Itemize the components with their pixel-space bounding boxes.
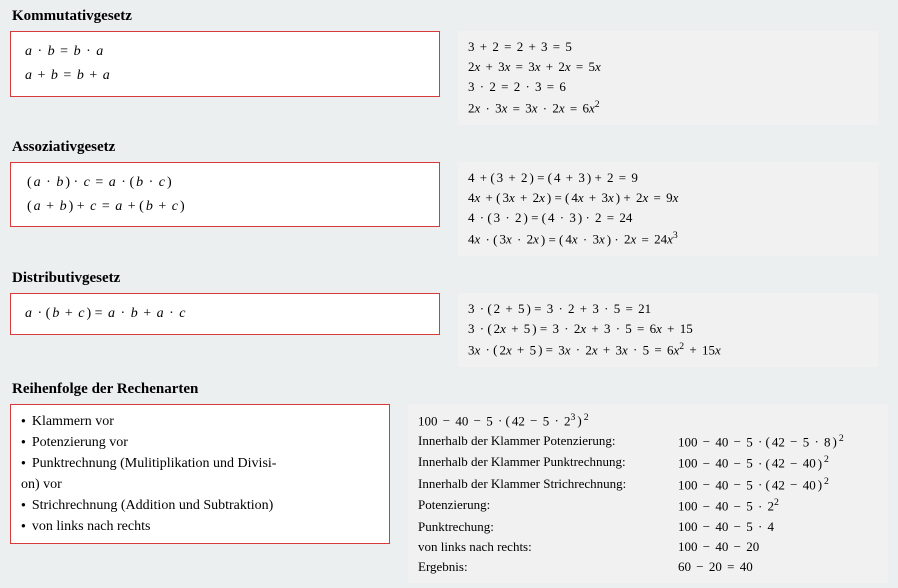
law-box-assoziativ: (a · b) · c = a · (b · c) (a + b) + c = … (10, 162, 440, 228)
heading-reihenfolge: Reihenfolge der Rechenarten (10, 381, 888, 398)
rule-item: Potenzierung vor (21, 432, 379, 453)
example-line: 3 · (2 + 5) = 3 · 2 + 3 · 5 = 21 (468, 299, 868, 319)
step-expression: 100 − 40 − 5 · 4 (678, 517, 878, 537)
example-line: 4x + (3x + 2x) = (4x + 3x) + 2x = 9x (468, 188, 868, 208)
example-line: 3x · (2x + 5) = 3x · 2x + 3x · 5 = 6x2 +… (468, 339, 868, 360)
section-assoziativ: Assoziativgesetz (a · b) · c = a · (b · … (10, 139, 888, 256)
step-label: Innerhalb der Klammer Strichrechnung: (418, 474, 668, 495)
step-label: Punktrechung: (418, 517, 668, 537)
rule-item: Strichrechnung (Addition und Subtraktion… (21, 495, 379, 516)
law-line: a + b = b + a (25, 64, 425, 88)
example-line: 3 + 2 = 2 + 3 = 5 (468, 37, 868, 57)
step-expression: 60 − 20 = 40 (678, 557, 878, 577)
example-line: 4x · (3x · 2x) = (4x · 3x) · 2x = 24x3 (468, 228, 868, 249)
section-reihenfolge: Reihenfolge der Rechenarten Klammern vor… (10, 381, 888, 584)
rule-item: Punktrechnung (Mulitiplikation und Divis… (21, 453, 379, 474)
step-label: Innerhalb der Klammer Potenzierung: (418, 431, 668, 452)
step-expression: 100 − 40 − 5 · (42 − 5 · 8)2 (678, 431, 878, 452)
step-expression: 100 − 40 − 5 · 22 (678, 495, 878, 516)
law-line: (a + b) + c = a + (b + c) (25, 195, 425, 219)
step-expression: 100 − 40 − 5 · (42 − 40)2 (678, 474, 878, 495)
law-line: (a · b) · c = a · (b · c) (25, 171, 425, 195)
example-line: 2x + 3x = 3x + 2x = 5x (468, 57, 868, 77)
law-box-distributiv: a · (b + c) = a · b + a · c (10, 293, 440, 335)
example-line: 2x · 3x = 3x · 2x = 6x2 (468, 97, 868, 118)
heading-assoziativ: Assoziativgesetz (10, 139, 888, 156)
example-box-reihenfolge: 100 − 40 − 5 · (42 − 5 · 23)2 Innerhalb … (408, 404, 888, 584)
example-box-assoziativ: 4 + (3 + 2) = (4 + 3) + 2 = 9 4x + (3x +… (458, 162, 878, 256)
rule-item: Klammern vor (21, 411, 379, 432)
step-expression: 100 − 40 − 5 · (42 − 5 · 23)2 (418, 410, 878, 431)
section-kommutativ: Kommutativgesetz a · b = b · a a + b = b… (10, 8, 888, 125)
heading-distributiv: Distributivgesetz (10, 270, 888, 287)
example-box-kommutativ: 3 + 2 = 2 + 3 = 5 2x + 3x = 3x + 2x = 5x… (458, 31, 878, 125)
step-expression: 100 − 40 − 5 · (42 − 40)2 (678, 452, 878, 473)
rule-item: von links nach rechts (21, 516, 379, 537)
step-label: Ergebnis: (418, 557, 668, 577)
example-line: 4 · (3 · 2) = (4 · 3) · 2 = 24 (468, 208, 868, 228)
law-box-kommutativ: a · b = b · a a + b = b + a (10, 31, 440, 97)
section-distributiv: Distributivgesetz a · (b + c) = a · b + … (10, 270, 888, 367)
example-line: 4 + (3 + 2) = (4 + 3) + 2 = 9 (468, 168, 868, 188)
step-expression: 100 − 40 − 20 (678, 537, 878, 557)
rules-box-reihenfolge: Klammern vor Potenzierung vor Punktrechn… (10, 404, 390, 544)
rule-item-cont: on) vor (21, 474, 379, 495)
law-line: a · (b + c) = a · b + a · c (25, 302, 425, 326)
heading-kommutativ: Kommutativgesetz (10, 8, 888, 25)
example-line: 3 · (2x + 5) = 3 · 2x + 3 · 5 = 6x + 15 (468, 319, 868, 339)
step-label: Innerhalb der Klammer Punktrechnung: (418, 452, 668, 473)
step-label: von links nach rechts: (418, 537, 668, 557)
example-line: 3 · 2 = 2 · 3 = 6 (468, 77, 868, 97)
example-box-distributiv: 3 · (2 + 5) = 3 · 2 + 3 · 5 = 21 3 · (2x… (458, 293, 878, 367)
law-line: a · b = b · a (25, 40, 425, 64)
step-label: Potenzierung: (418, 495, 668, 516)
